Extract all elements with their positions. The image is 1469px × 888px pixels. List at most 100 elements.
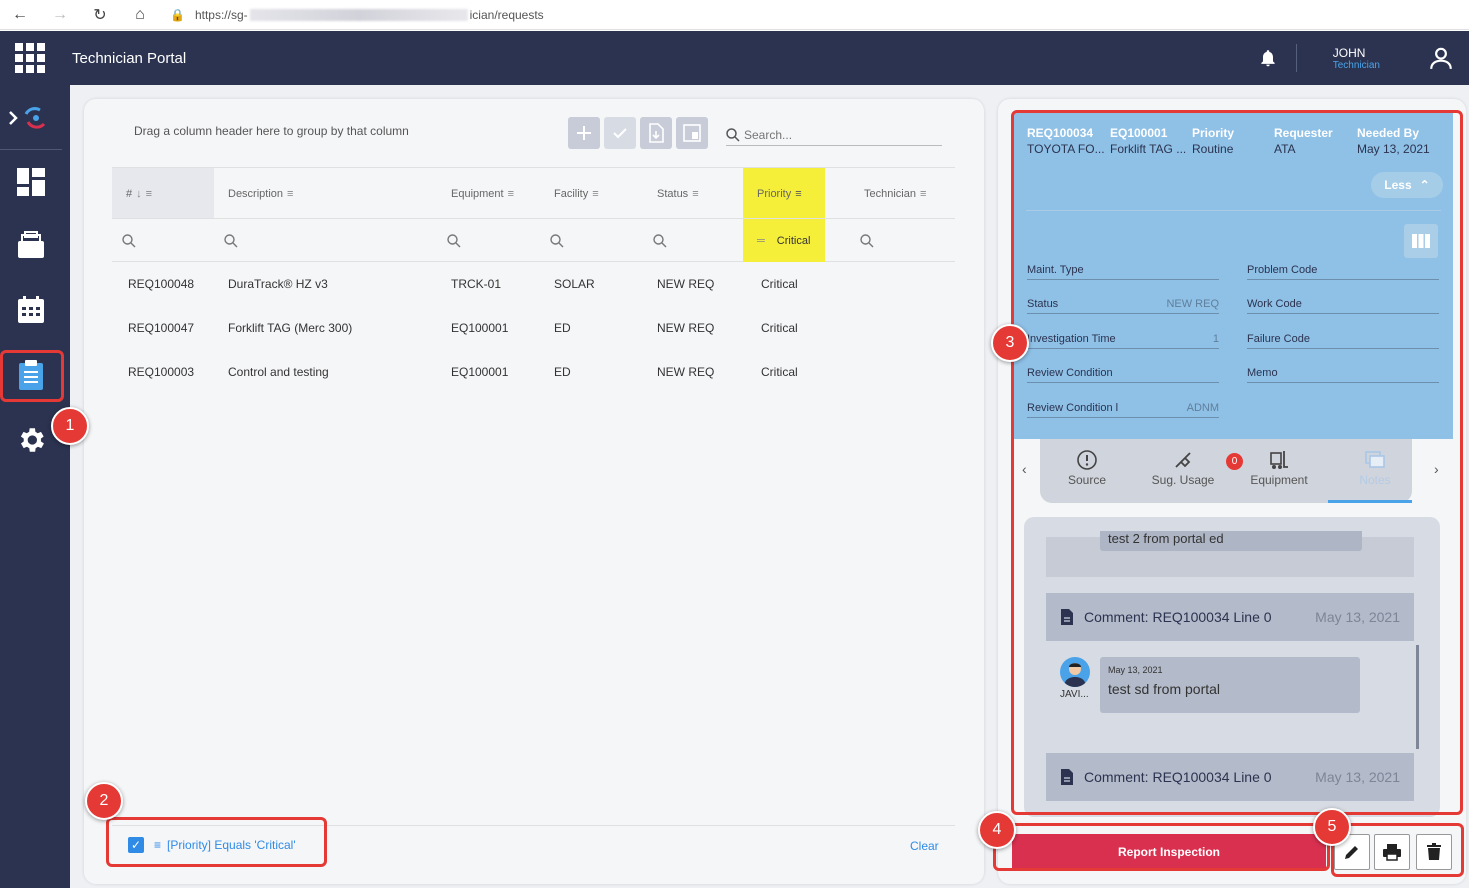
document-icon: [1061, 769, 1073, 785]
note-text: test sd from portal: [1108, 681, 1221, 697]
field-investigation-time[interactable]: Investigation Time 1: [1027, 327, 1219, 349]
column-header-facility[interactable]: Facility ≡: [540, 168, 643, 219]
approve-button[interactable]: [604, 117, 636, 149]
layout-icon: [683, 124, 701, 142]
comment-header[interactable]: Comment: REQ100034 Line 0 May 13, 2021: [1046, 753, 1414, 801]
column-header-id[interactable]: # ↓ ≡: [112, 168, 214, 219]
equals-operator-icon[interactable]: ═: [757, 235, 765, 247]
nav-separator: [0, 149, 62, 150]
cell-equipment: TRCK-01: [451, 277, 502, 291]
tab-notes[interactable]: Notes: [1330, 449, 1420, 487]
filter-icon[interactable]: ≡: [920, 188, 926, 200]
filter-cell-equipment[interactable]: [437, 219, 461, 262]
less-button[interactable]: Less ⌃: [1371, 172, 1443, 198]
cell-description: Forklift TAG (Merc 300): [228, 321, 353, 335]
address-bar[interactable]: 🔒 https://sg- ician/requests: [170, 8, 544, 22]
filter-cell-priority[interactable]: ═ Critical: [743, 219, 825, 262]
field-failure-code[interactable]: Failure Code: [1247, 327, 1439, 349]
column-header-status[interactable]: Status ≡: [643, 168, 743, 219]
clear-filter-link[interactable]: Clear: [910, 839, 939, 853]
forward-icon[interactable]: →: [40, 6, 80, 24]
note-partial-text: test 2 from portal ed: [1100, 531, 1362, 551]
add-icon: [577, 126, 591, 140]
column-label: Facility: [554, 187, 589, 200]
url-redacted: [249, 8, 468, 21]
cell-equipment: EQ100001: [451, 365, 509, 379]
tabs-next-icon[interactable]: ›: [1434, 461, 1439, 477]
column-header-description[interactable]: Description ≡: [214, 168, 437, 219]
user-icon[interactable]: [1428, 45, 1454, 71]
filter-enabled-checkbox[interactable]: ✓: [128, 837, 144, 853]
callout-4: 4: [978, 811, 1016, 849]
column-chooser-button[interactable]: [1404, 224, 1438, 258]
column-header-technician[interactable]: Technician ≡: [850, 168, 955, 219]
field-status[interactable]: Status NEW REQ: [1027, 292, 1219, 314]
filter-icon[interactable]: ≡: [287, 188, 293, 200]
filter-expression[interactable]: [Priority] Equals 'Critical': [167, 838, 296, 852]
callout-1: 1: [51, 407, 89, 445]
table-row[interactable]: REQ100047 Forklift TAG (Merc 300) EQ1000…: [112, 306, 955, 350]
tab-equipment[interactable]: Equipment: [1234, 449, 1324, 487]
bell-icon[interactable]: [1258, 48, 1278, 68]
table-row[interactable]: REQ100048 DuraTrack® HZ v3 TRCK-01 SOLAR…: [112, 262, 955, 306]
tabs-prev-icon[interactable]: ‹: [1022, 461, 1027, 477]
sort-down-icon: ↓: [136, 187, 142, 200]
field-problem-code[interactable]: Problem Code: [1247, 258, 1439, 280]
grid-search[interactable]: [726, 124, 942, 146]
clipboard-icon[interactable]: [10, 354, 52, 396]
notes-list: test 2 from portal ed Comment: REQ100034…: [1024, 517, 1440, 817]
filter-cell-facility[interactable]: [540, 219, 564, 262]
tab-sug-usage[interactable]: Sug. Usage 0: [1138, 449, 1243, 487]
less-label: Less: [1384, 178, 1412, 192]
cell-facility: ED: [554, 321, 571, 335]
calendar-icon[interactable]: [10, 289, 52, 331]
export-button[interactable]: [640, 117, 672, 149]
active-filter-chip[interactable]: ✓ ≡ [Priority] Equals 'Critical': [128, 837, 296, 853]
inbox-icon[interactable]: [10, 225, 52, 267]
filter-icon[interactable]: ≡: [508, 188, 514, 200]
tab-source[interactable]: Source: [1042, 449, 1132, 487]
print-button[interactable]: [1374, 834, 1410, 870]
cell-id: REQ100047: [128, 321, 195, 335]
filter-icon[interactable]: ≡: [592, 188, 598, 200]
grid-body: REQ100048 DuraTrack® HZ v3 TRCK-01 SOLAR…: [112, 262, 955, 394]
cell-id: REQ100048: [128, 277, 195, 291]
columns-icon: [1412, 234, 1430, 248]
apps-grid-icon[interactable]: [15, 43, 45, 73]
trash-icon: [1427, 843, 1441, 860]
table-row[interactable]: REQ100003 Control and testing EQ100001 E…: [112, 350, 955, 394]
user-info[interactable]: JOHN Technician: [1333, 46, 1380, 71]
delete-button[interactable]: [1416, 834, 1452, 870]
layout-button[interactable]: [676, 117, 708, 149]
dashboard-icon[interactable]: [10, 161, 52, 203]
column-header-priority[interactable]: Priority ≡: [743, 168, 825, 219]
field-memo[interactable]: Memo: [1247, 361, 1439, 383]
home-icon[interactable]: ⌂: [120, 6, 160, 24]
note-card-partial: test 2 from portal ed: [1046, 531, 1414, 577]
field-review-condition[interactable]: Review Condition: [1027, 361, 1219, 383]
comment-header[interactable]: Comment: REQ100034 Line 0 May 13, 2021: [1046, 593, 1414, 641]
filter-icon[interactable]: ≡: [795, 188, 801, 200]
reload-icon[interactable]: ↻: [80, 5, 120, 25]
field-review-condition-l[interactable]: Review Condition l ADNM: [1027, 396, 1219, 418]
export-icon: [649, 123, 664, 143]
notes-scrollbar[interactable]: [1416, 645, 1419, 749]
filter-cell-description[interactable]: [214, 219, 238, 262]
filter-icon[interactable]: ≡: [146, 188, 152, 200]
filter-cell-status[interactable]: [643, 219, 667, 262]
logo-icon[interactable]: [2, 97, 58, 139]
back-icon[interactable]: ←: [0, 6, 40, 24]
field-work-code[interactable]: Work Code: [1247, 292, 1439, 314]
gear-icon[interactable]: [10, 419, 52, 461]
add-button[interactable]: [568, 117, 600, 149]
filter-cell-technician[interactable]: [850, 219, 874, 262]
search-icon: [122, 233, 136, 247]
filter-icon[interactable]: ≡: [692, 188, 698, 200]
user-role: Technician: [1332, 59, 1380, 71]
filter-cell-id[interactable]: [112, 219, 136, 262]
field-maint-type[interactable]: Maint. Type: [1027, 258, 1219, 280]
search-icon: [653, 233, 667, 247]
column-header-equipment[interactable]: Equipment ≡: [437, 168, 540, 219]
search-input[interactable]: [744, 127, 934, 142]
report-inspection-button[interactable]: Report Inspection: [1012, 834, 1326, 870]
